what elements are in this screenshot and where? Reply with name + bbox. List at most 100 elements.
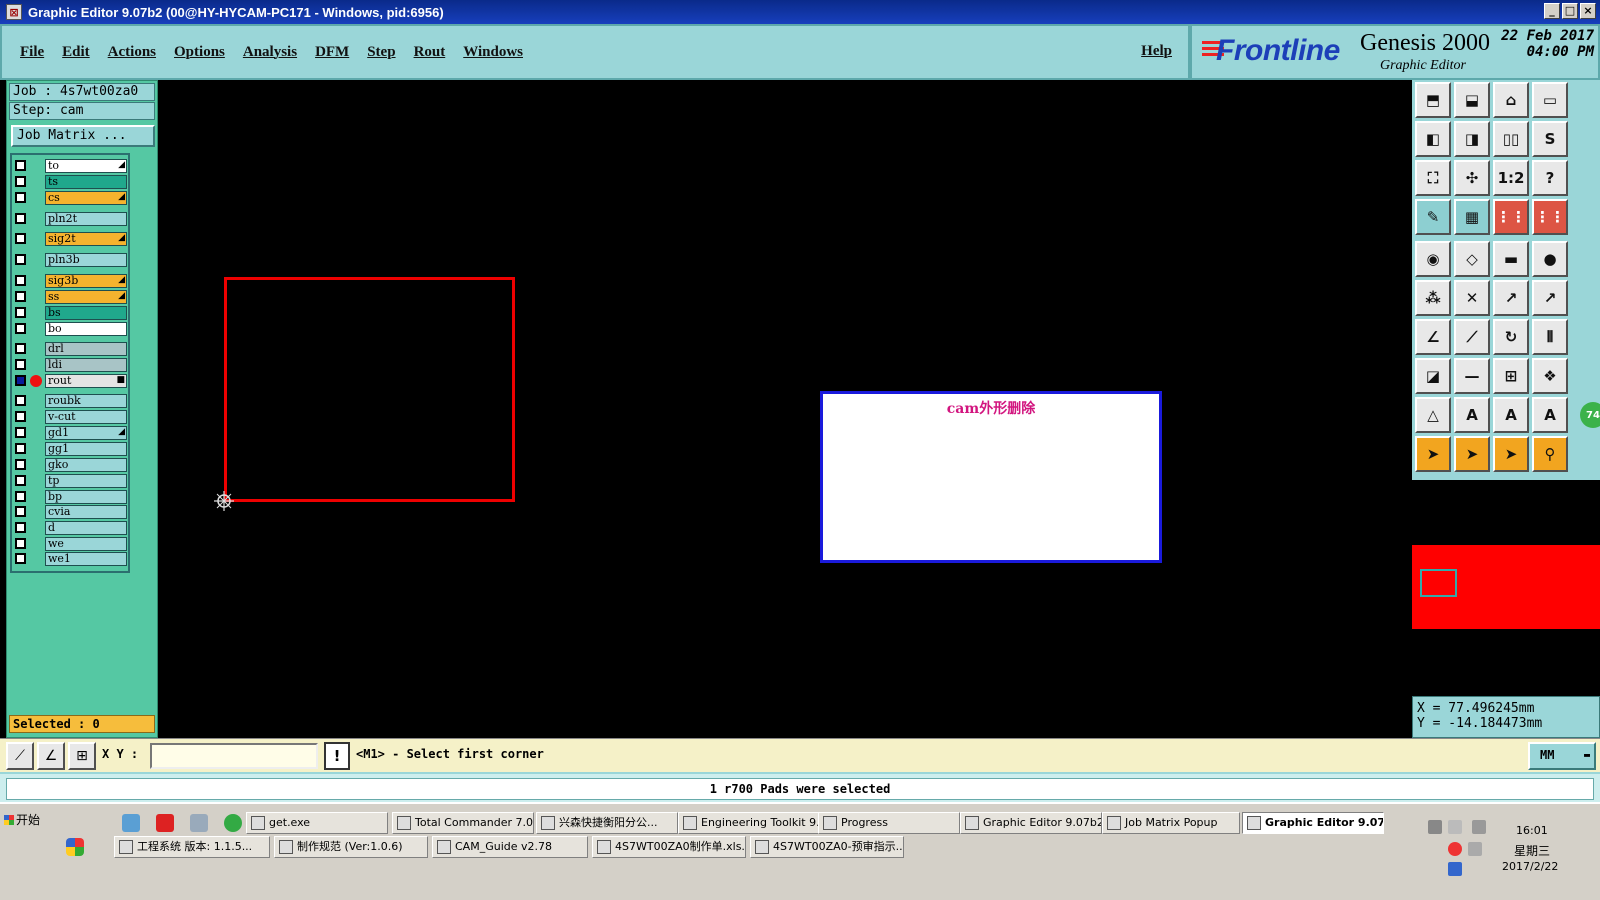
layer-row-pln3b[interactable]: pln3b [12, 253, 128, 267]
layer-checkbox[interactable] [15, 254, 26, 265]
taskbar-item[interactable]: Graphic Editor 9.07... [1242, 812, 1384, 834]
connect-arrow-icon[interactable]: ↗ [1532, 280, 1568, 316]
calculator-icon[interactable] [190, 814, 208, 832]
net-highlight-icon[interactable]: ⋮⋮ [1532, 199, 1568, 235]
layer-row-cvia[interactable]: cvia [12, 505, 128, 519]
taskbar-item[interactable]: Graphic Editor 9.07b2... [960, 812, 1102, 834]
angle-icon[interactable]: ∠ [1415, 319, 1451, 355]
layer-row-ts[interactable]: ts [12, 175, 128, 189]
grid-icon[interactable]: ▦ [1454, 199, 1490, 235]
drawing-canvas[interactable]: cam外形删除 [158, 80, 1412, 738]
pointer-circle-icon[interactable]: ➤ [1493, 436, 1529, 472]
taskbar-item[interactable]: Job Matrix Popup [1102, 812, 1240, 834]
home-icon[interactable]: ⌂ [1493, 82, 1529, 118]
pan-right-icon[interactable]: ◨ [1454, 121, 1490, 157]
layer-name[interactable]: sig3b [45, 274, 127, 288]
layer-row-ldi[interactable]: ldi [12, 358, 128, 372]
help-query-icon[interactable]: ? [1532, 160, 1568, 196]
zoom-home-top-icon[interactable]: ⬒ [1415, 82, 1451, 118]
layer-row-v-cut[interactable]: v-cut [12, 410, 128, 424]
pdf-icon[interactable] [156, 814, 174, 832]
layer-checkbox[interactable] [15, 506, 26, 517]
pointer-icon[interactable]: ➤ [1415, 436, 1451, 472]
pointer-box-icon[interactable]: ➤ [1454, 436, 1490, 472]
volume-icon[interactable] [1468, 842, 1482, 856]
clipboard-icon[interactable] [1448, 820, 1462, 834]
taskbar-item[interactable]: 兴森快捷衡阳分公... [536, 812, 678, 834]
network-icon[interactable] [1472, 820, 1486, 834]
taskbar-item[interactable]: 制作规范 (Ver:1.0.6) [274, 836, 428, 858]
layer-row-sig2t[interactable]: sig2t ◢ [12, 232, 128, 246]
layer-row-roubk[interactable]: roubk [12, 394, 128, 408]
layer-row-drl[interactable]: drl [12, 342, 128, 356]
pan-left-icon[interactable]: ◧ [1415, 121, 1451, 157]
layer-checkbox[interactable] [15, 538, 26, 549]
layer-checkbox[interactable] [15, 427, 26, 438]
note-popup[interactable]: cam外形删除 [820, 391, 1162, 563]
layer-row-to[interactable]: to ◢ [12, 159, 128, 173]
layer-checkbox[interactable] [15, 192, 26, 203]
connect-icon[interactable]: ↗ [1493, 280, 1529, 316]
mirror-icon[interactable]: ▯▯ [1493, 121, 1529, 157]
dash-icon[interactable]: — [1454, 358, 1490, 394]
scale-ratio-icon[interactable]: 1:2 [1493, 160, 1529, 196]
layer-row-gd1[interactable]: gd1 ◢ [12, 426, 128, 440]
angle-mode-icon[interactable]: ∠ [37, 742, 65, 770]
layer-name[interactable]: ts [45, 175, 127, 189]
job-matrix-button[interactable]: Job Matrix ... [11, 125, 155, 147]
layer-name[interactable]: cvia [45, 505, 127, 519]
layer-row-gg1[interactable]: gg1 [12, 442, 128, 456]
diagonal-icon[interactable]: ⟋ [1454, 319, 1490, 355]
ruler-icon[interactable]: ▬ [1493, 241, 1529, 277]
layer-row-we1[interactable]: we1 [12, 552, 128, 566]
layer-name[interactable]: d [45, 521, 127, 535]
layer-name[interactable]: bs [45, 306, 127, 320]
layer-checkbox[interactable] [15, 375, 26, 386]
layer-name[interactable]: pln2t [45, 212, 127, 226]
layer-name[interactable]: bo [45, 322, 127, 336]
layer-checkbox[interactable] [15, 275, 26, 286]
layer-name[interactable]: we1 [45, 552, 127, 566]
layer-name[interactable]: ss [45, 290, 127, 304]
overview-map[interactable] [1412, 545, 1600, 629]
parallel-icon[interactable]: ⫴ [1532, 319, 1568, 355]
menu-step[interactable]: Step [367, 44, 395, 61]
minimize-button[interactable]: _ [1544, 3, 1560, 19]
layer-checkbox[interactable] [15, 343, 26, 354]
pointer-net-icon[interactable]: ⚲ [1532, 436, 1568, 472]
layer-row-rout[interactable]: rout ■ [12, 374, 128, 388]
grid-mode-icon[interactable]: ⊞ [68, 742, 96, 770]
layer-row-pln2t[interactable]: pln2t [12, 212, 128, 226]
layer-name[interactable]: v-cut [45, 410, 127, 424]
input-method-icon[interactable] [1448, 862, 1462, 876]
layer-name[interactable]: to [45, 159, 127, 173]
layer-checkbox[interactable] [15, 323, 26, 334]
text-a3-icon[interactable]: A [1532, 397, 1568, 433]
layer-checkbox[interactable] [15, 307, 26, 318]
layer-row-bs[interactable]: bs [12, 306, 128, 320]
menu-analysis[interactable]: Analysis [243, 44, 297, 61]
menu-windows[interactable]: Windows [463, 44, 523, 61]
taskbar-item[interactable]: 4S7WT00ZA0制作单.xls... [592, 836, 746, 858]
layer-checkbox[interactable] [15, 160, 26, 171]
corner-icon[interactable]: ◪ [1415, 358, 1451, 394]
layer-row-bo[interactable]: bo [12, 322, 128, 336]
layer-row-sig3b[interactable]: sig3b ◢ [12, 274, 128, 288]
units-select[interactable]: MM ▬ [1528, 742, 1596, 770]
taskbar-item[interactable]: CAM_Guide v2.78 [432, 836, 588, 858]
zoom-center-icon[interactable]: ✣ [1454, 160, 1490, 196]
close-button[interactable]: × [1580, 3, 1596, 19]
layer-checkbox[interactable] [15, 491, 26, 502]
layer-checkbox[interactable] [15, 359, 26, 370]
triangle-icon[interactable]: △ [1415, 397, 1451, 433]
menu-edit[interactable]: Edit [62, 44, 90, 61]
layer-row-d[interactable]: d [12, 521, 128, 535]
layer-row-gko[interactable]: gko [12, 458, 128, 472]
dimension-icon[interactable]: ⊞ [1493, 358, 1529, 394]
taskbar-item[interactable]: Engineering Toolkit 9.... [678, 812, 820, 834]
group-icon[interactable]: ❖ [1532, 358, 1568, 394]
layer-checkbox[interactable] [15, 395, 26, 406]
layer-name[interactable]: ldi [45, 358, 127, 372]
maximize-button[interactable]: □ [1562, 3, 1578, 19]
taskbar-item[interactable]: Total Commander 7.0... [392, 812, 534, 834]
